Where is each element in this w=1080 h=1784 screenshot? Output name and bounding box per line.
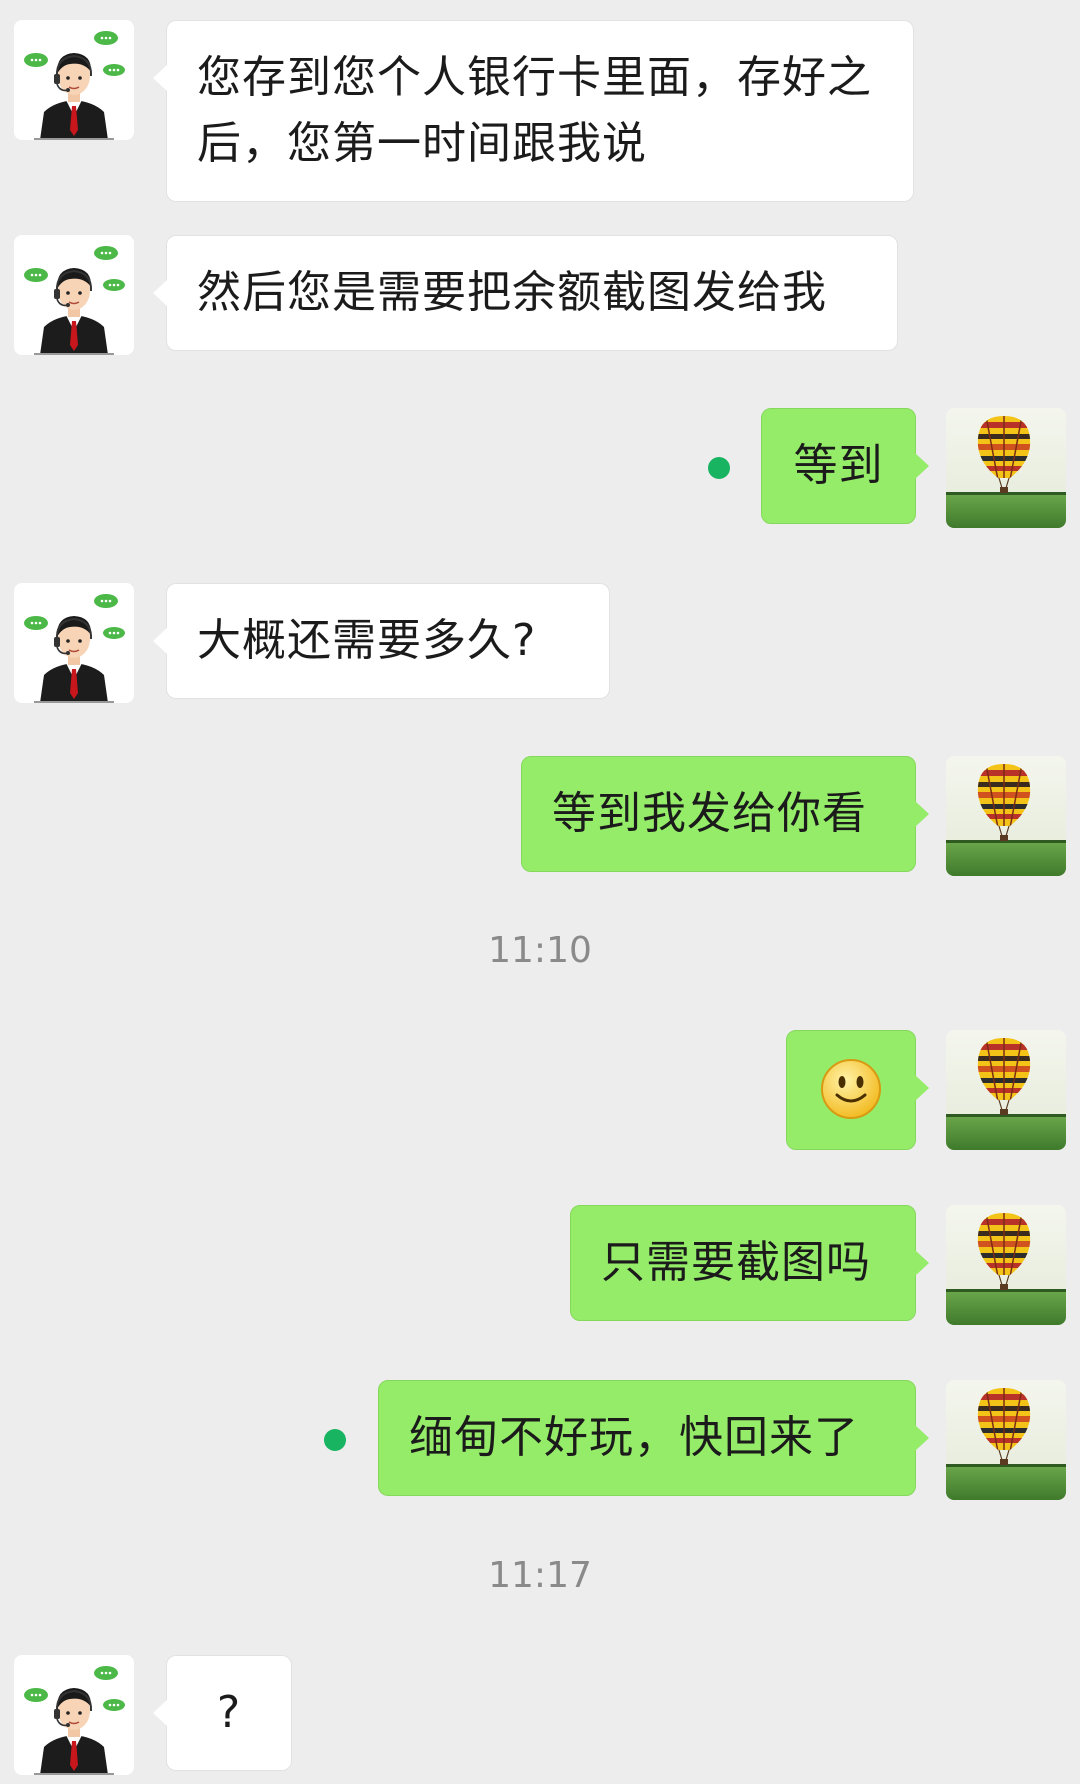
agent-headset-icon: [14, 1655, 134, 1775]
unread-dot: [324, 1429, 346, 1451]
contact-avatar[interactable]: [14, 20, 134, 140]
timestamp: 11:17: [488, 1555, 592, 1596]
message-bubble-outgoing[interactable]: 只需要截图吗: [570, 1205, 929, 1321]
hot-air-balloon-icon: [946, 1380, 1066, 1500]
self-avatar[interactable]: [946, 1030, 1066, 1150]
message-text: 然后您是需要把余额截图发给我: [197, 267, 827, 318]
agent-headset-icon: [14, 583, 134, 703]
self-avatar[interactable]: [946, 756, 1066, 876]
contact-avatar[interactable]: [14, 235, 134, 355]
message-bubble-incoming[interactable]: ?: [153, 1655, 292, 1771]
message-row: 等到我发给你看: [0, 756, 1080, 876]
hot-air-balloon-icon: [946, 756, 1066, 876]
message-text: 您存到您个人银行卡里面，存好之后，您第一时间跟我说: [197, 52, 872, 169]
contact-avatar[interactable]: [14, 583, 134, 703]
message-text: ?: [216, 1687, 242, 1738]
chat-window: 您存到您个人银行卡里面，存好之后，您第一时间跟我说 然后您是需要把余额截图发给我…: [0, 0, 1080, 1784]
message-text: 缅甸不好玩，快回来了: [409, 1412, 859, 1463]
timestamp: 11:10: [488, 930, 592, 971]
message-bubble-incoming[interactable]: 您存到您个人银行卡里面，存好之后，您第一时间跟我说: [153, 20, 914, 202]
message-bubble-outgoing[interactable]: 等到: [761, 408, 929, 524]
message-row: 等到: [0, 408, 1080, 528]
message-text: 等到: [793, 440, 884, 491]
contact-avatar[interactable]: [14, 1655, 134, 1775]
message-row: 只需要截图吗: [0, 1205, 1080, 1325]
message-bubble-outgoing[interactable]: [786, 1030, 929, 1150]
hot-air-balloon-icon: [946, 1205, 1066, 1325]
unread-dot: [708, 457, 730, 479]
smile-emoji-icon: [821, 1059, 881, 1119]
message-text: 大概还需要多久?: [197, 615, 537, 666]
message-bubble-outgoing[interactable]: 缅甸不好玩，快回来了: [378, 1380, 929, 1496]
self-avatar[interactable]: [946, 1205, 1066, 1325]
hot-air-balloon-icon: [946, 408, 1066, 528]
agent-headset-icon: [14, 20, 134, 140]
self-avatar[interactable]: [946, 1380, 1066, 1500]
hot-air-balloon-icon: [946, 1030, 1066, 1150]
self-avatar[interactable]: [946, 408, 1066, 528]
message-text: 等到我发给你看: [552, 788, 867, 839]
message-row: 缅甸不好玩，快回来了: [0, 1380, 1080, 1500]
message-row: ?: [0, 1655, 1080, 1775]
message-row: [0, 1030, 1080, 1150]
agent-headset-icon: [14, 235, 134, 355]
message-row: 然后您是需要把余额截图发给我: [0, 235, 1080, 355]
message-row: 大概还需要多久?: [0, 583, 1080, 703]
message-text: 只需要截图吗: [601, 1237, 871, 1288]
message-row: 您存到您个人银行卡里面，存好之后，您第一时间跟我说: [0, 20, 1080, 202]
message-bubble-incoming[interactable]: 大概还需要多久?: [153, 583, 610, 699]
message-bubble-incoming[interactable]: 然后您是需要把余额截图发给我: [153, 235, 898, 351]
message-bubble-outgoing[interactable]: 等到我发给你看: [521, 756, 929, 872]
